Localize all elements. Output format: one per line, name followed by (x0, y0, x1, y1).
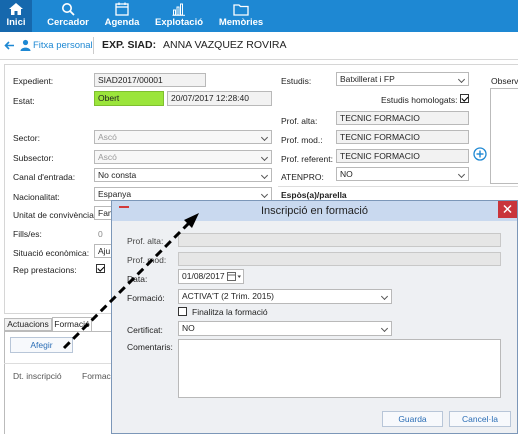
estat-datetime-field: 20/07/2017 12:28:40 (167, 91, 272, 106)
rep-prestacions-label: Rep prestacions: (13, 265, 77, 275)
nav-label: Inici (6, 17, 26, 28)
subsector-label: Subsector: (13, 153, 54, 163)
back-arrow-icon[interactable] (4, 40, 15, 51)
unitat-label: Unitat de convivència: (13, 210, 97, 220)
sector-select[interactable]: Ascó (94, 130, 272, 144)
home-icon (9, 3, 23, 15)
nav-item-explotacio[interactable]: Explotació (155, 0, 203, 32)
column-header-formacio[interactable]: Formaci (82, 371, 113, 381)
observacions-label: Observa (491, 76, 518, 86)
nacionalitat-label: Nacionalitat: (13, 192, 60, 202)
dialog-date-input[interactable]: 01/08/2017 (178, 269, 244, 284)
add-button[interactable]: Afegir (10, 337, 73, 353)
dialog-title: Inscripció en formació (261, 205, 368, 217)
folder-icon (233, 4, 249, 16)
nav-label: Agenda (104, 17, 140, 28)
close-button[interactable] (498, 201, 517, 218)
user-icon (20, 39, 31, 51)
cancel-button[interactable]: Cancel·la (449, 411, 511, 427)
tab-actuacions[interactable]: Actuacions (4, 318, 52, 331)
dialog-prof-mod-field (178, 252, 501, 266)
dialog-titlebar[interactable]: Inscripció en formació (112, 201, 517, 221)
situacio-label: Situació econòmica: (13, 248, 90, 258)
dialog-data-label: Data: (127, 274, 148, 284)
prof-alta-field: TECNIC FORMACIO (336, 111, 469, 125)
save-button[interactable]: Guarda (382, 411, 443, 427)
dialog-formacio-label: Formació: (127, 293, 165, 303)
tab-formacio[interactable]: Formació (52, 317, 92, 332)
canal-label: Canal d'entrada: (13, 172, 76, 182)
nav-item-cercador[interactable]: Cercador (44, 0, 92, 32)
prof-mod-field: TECNIC FORMACIO (336, 130, 469, 144)
column-header-dt-inscripcio[interactable]: Dt. inscripció (13, 371, 62, 381)
fills-label: Fills/es: (13, 229, 42, 239)
atenpro-label: ATENPRO: (281, 172, 324, 182)
table-divider (4, 363, 111, 364)
unitat-select[interactable]: Fam (94, 206, 112, 220)
fills-value[interactable]: 0 (98, 229, 103, 239)
nav-label: Explotació (155, 17, 204, 28)
dialog-prof-alta-label: Prof. alta: (127, 236, 164, 246)
page-header: Fitxa personal EXP. SIAD: ANNA VAZQUEZ R… (0, 32, 518, 60)
situacio-select[interactable]: Aju (94, 244, 112, 258)
atenpro-select[interactable]: NO (336, 167, 469, 181)
inscription-dialog: Inscripció en formació Prof. alta: Prof.… (111, 200, 518, 434)
estat-label: Estat: (13, 96, 35, 106)
nav-item-inici[interactable]: Inici (0, 0, 32, 32)
estudis-label: Estudis: (281, 76, 312, 86)
back-link[interactable]: Fitxa personal (33, 40, 93, 51)
calendar-icon (115, 2, 129, 16)
dialog-comentaris-label: Comentaris: (127, 342, 173, 352)
finalitza-checkbox[interactable] (178, 307, 187, 316)
nacionalitat-select[interactable]: Espanya (94, 187, 272, 201)
prof-referent-field: TECNIC FORMACIO (336, 149, 469, 163)
dialog-certificat-select[interactable]: NO (178, 321, 392, 336)
prof-alta-label: Prof. alta: (281, 116, 318, 126)
nav-item-agenda[interactable]: Agenda (102, 0, 142, 32)
close-icon (503, 204, 512, 214)
estudis-homologats-label: Estudis homologats: (381, 95, 458, 105)
nav-label: Cercador (47, 17, 89, 28)
canal-select[interactable]: No consta (94, 168, 272, 182)
add-circle-icon[interactable] (473, 147, 487, 161)
finalitza-label: Finalitza la formació (192, 307, 268, 317)
section-divider (278, 186, 518, 187)
estudis-homologats-checkbox[interactable] (460, 94, 469, 103)
calendar-picker-icon[interactable] (227, 272, 242, 282)
dialog-certificat-label: Certificat: (127, 325, 163, 335)
person-name: ANNA VAZQUEZ ROVIRA (163, 39, 287, 51)
bar-chart-icon (172, 3, 185, 16)
espos-section-title: Espòs(a)/parella (281, 190, 347, 200)
observacions-textarea[interactable] (490, 88, 518, 184)
sector-label: Sector: (13, 133, 40, 143)
dialog-prof-alta-field (178, 233, 501, 247)
prof-mod-label: Prof. mod.: (281, 135, 323, 145)
estudis-select[interactable]: Batxillerat i FP (336, 72, 469, 86)
dialog-comentaris-textarea[interactable] (178, 339, 501, 398)
dialog-formacio-select[interactable]: ACTIVA'T (2 Trim. 2015) (178, 289, 392, 304)
expedient-label: Expedient: (13, 76, 54, 86)
prof-referent-label: Prof. referent: (281, 154, 333, 164)
rep-prestacions-checkbox[interactable] (96, 264, 105, 273)
status-badge: Obert (94, 91, 164, 106)
search-icon (62, 3, 75, 16)
dialog-date-value: 01/08/2017 (182, 271, 225, 281)
expedient-field[interactable]: SIAD2017/00001 (94, 73, 206, 87)
header-divider (93, 37, 94, 54)
subsector-select[interactable]: Ascó (94, 150, 272, 164)
nav-label: Memòries (218, 17, 264, 28)
exp-label: EXP. SIAD: (102, 39, 157, 51)
nav-item-memories[interactable]: Memòries (216, 0, 266, 32)
dialog-prof-mod-label: Prof. mod: (127, 255, 167, 265)
top-navigation-bar: Inici Cercador Agenda Explotació Memòrie… (0, 0, 518, 32)
